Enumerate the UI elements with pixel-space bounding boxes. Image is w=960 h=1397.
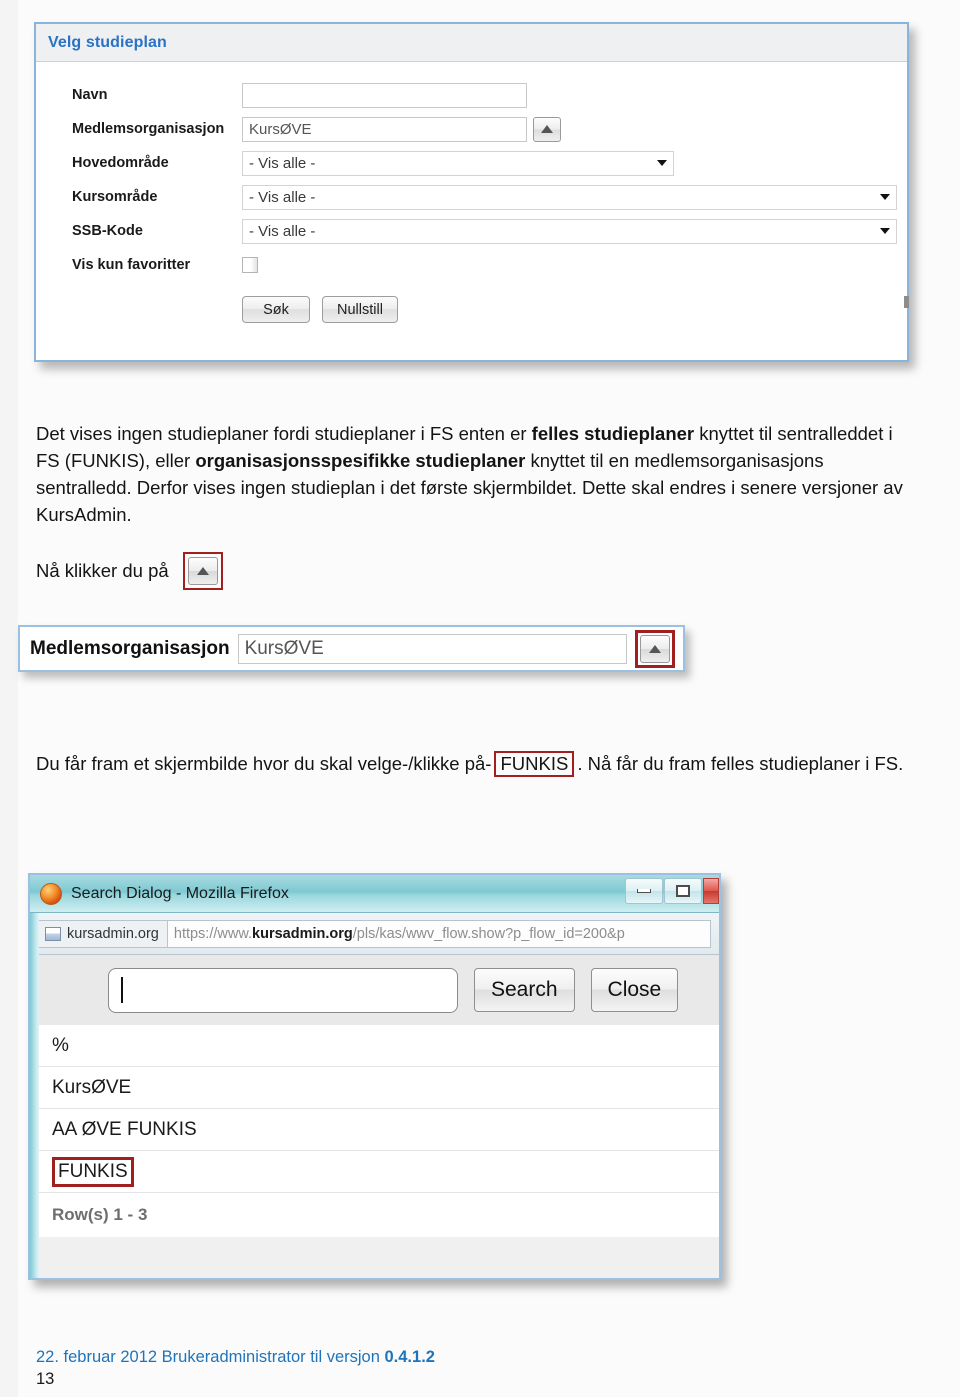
label-navn: Navn xyxy=(72,87,108,103)
list-item-value: % xyxy=(52,1034,69,1056)
strip-label: Medlemsorganisasjon xyxy=(30,637,230,659)
kursomrade-value: - Vis alle - xyxy=(249,188,316,206)
firefox-search-dialog: Search Dialog - Mozilla Firefox kursadmi… xyxy=(28,873,721,1280)
medlemsorganisasjon-picker-button[interactable] xyxy=(533,116,561,142)
up-arrow-icon xyxy=(649,644,661,653)
list-item-value: KursØVE xyxy=(52,1076,132,1098)
ssb-kode-select[interactable]: - Vis alle - xyxy=(242,218,897,244)
paragraph-explanation: Det vises ingen studieplaner fordi studi… xyxy=(36,420,916,528)
firefox-titlebar: Search Dialog - Mozilla Firefox xyxy=(30,875,719,913)
search-input[interactable] xyxy=(108,967,458,1013)
chevron-down-icon xyxy=(880,194,890,200)
ssb-kode-value: - Vis alle - xyxy=(249,222,316,240)
list-item-funkis[interactable]: FUNKIS xyxy=(30,1151,719,1193)
close-button[interactable] xyxy=(703,878,719,904)
minimize-icon xyxy=(637,889,651,893)
list-item[interactable]: KursØVE xyxy=(30,1067,719,1109)
hovedomrade-select[interactable]: - Vis alle - xyxy=(242,150,674,176)
strip-picker-button[interactable] xyxy=(640,634,670,663)
field-row-kursomrade: Kursområde - Vis alle - xyxy=(36,180,907,214)
url-domain: kursadmin.org xyxy=(252,925,353,942)
list-item-value: AA ØVE FUNKIS xyxy=(52,1118,197,1140)
up-arrow-icon xyxy=(541,125,553,133)
nullstill-button[interactable]: Nullstill xyxy=(322,296,398,323)
funkis-highlight: FUNKIS xyxy=(494,751,575,777)
footer-version: 0.4.1.2 xyxy=(384,1348,435,1366)
chevron-down-icon xyxy=(880,228,890,234)
up-arrow-icon xyxy=(196,567,209,575)
strip-input[interactable]: KursØVE xyxy=(237,633,627,664)
field-row-medlemsorganisasjon: Medlemsorganisasjon KursØVE xyxy=(36,112,907,146)
medlemsorganisasjon-input[interactable]: KursØVE xyxy=(242,116,527,142)
page-number: 13 xyxy=(36,1370,55,1388)
site-identity-box[interactable]: kursadmin.org xyxy=(38,919,167,948)
field-row-ssb-kode: SSB-Kode - Vis alle - xyxy=(36,214,907,248)
search-button[interactable]: Search xyxy=(474,968,575,1012)
url-prefix: https://www. xyxy=(173,925,253,942)
footer-date: 22. februar 2012 Brukeradministrator til… xyxy=(36,1348,385,1366)
label-vis-kun-favoritter: Vis kun favoritter xyxy=(72,257,191,273)
label-medlemsorganisasjon: Medlemsorganisasjon xyxy=(72,121,225,137)
minimize-button[interactable] xyxy=(625,878,663,904)
panel-header: Velg studieplan xyxy=(36,24,907,62)
maximize-icon xyxy=(676,885,690,897)
dialog-content: Search Close % KursØVE AA ØVE FUNKIS FUN… xyxy=(30,955,719,1237)
url-bar[interactable]: https://www. kursadmin.org/pls/kas/wwv_fl… xyxy=(166,919,711,948)
click-target-highlight xyxy=(182,552,223,590)
paragraph-funkis-instruction: Du får fram et skjermbilde hvor du skal … xyxy=(36,750,916,777)
field-row-hovedomrade: Hovedområde - Vis alle - xyxy=(36,146,907,180)
chevron-down-icon xyxy=(657,160,667,166)
text-caret xyxy=(121,977,123,1003)
field-row-vis-kun-favoritter: Vis kun favoritter xyxy=(36,248,907,282)
navn-input[interactable] xyxy=(242,82,527,108)
list-item[interactable]: AA ØVE FUNKIS xyxy=(30,1109,719,1151)
strip-button-highlight xyxy=(635,629,675,668)
para1-part1: Det vises ingen studieplaner fordi studi… xyxy=(36,423,532,444)
firefox-navigation-bar: kursadmin.org https://www. kursadmin.org /… xyxy=(30,913,719,955)
url-suffix: /pls/kas/wwv_flow.show?p_flow_id=200&p xyxy=(352,925,625,942)
para1-bold2: organisasjonsspesifikke studieplaner xyxy=(195,450,526,471)
list-item-value: FUNKIS xyxy=(52,1156,134,1187)
window-controls xyxy=(624,878,719,904)
panel-body: Navn Medlemsorganisasjon KursØVE Hovedom… xyxy=(36,62,907,323)
firefox-logo-icon xyxy=(40,882,62,905)
medlemsorganisasjon-strip: Medlemsorganisasjon KursØVE xyxy=(18,625,685,672)
para2-part1: Du får fram et skjermbilde hvor du skal … xyxy=(36,753,492,774)
sok-button[interactable]: Søk xyxy=(242,296,310,323)
label-kursomrade: Kursområde xyxy=(72,189,158,205)
label-hovedomrade: Hovedområde xyxy=(72,155,169,171)
document-footer: 22. februar 2012 Brukeradministrator til… xyxy=(36,1348,435,1367)
list-item[interactable]: % xyxy=(30,1025,719,1067)
firefox-window-title: Search Dialog - Mozilla Firefox xyxy=(71,884,289,902)
results-list: % KursØVE AA ØVE FUNKIS FUNKIS Row(s) 1 … xyxy=(30,1025,719,1237)
panel-button-row: Søk Nullstill xyxy=(36,296,907,323)
para2-part2: . Nå får du fram felles studieplaner i F… xyxy=(577,753,904,774)
rows-count-label: Row(s) 1 - 3 xyxy=(30,1193,719,1237)
velg-studieplan-panel: Velg studieplan Navn Medlemsorganisasjon… xyxy=(34,22,909,362)
dialog-left-edge xyxy=(30,913,39,1278)
para1-bold1: felles studieplaner xyxy=(531,423,695,444)
hovedomrade-value: - Vis alle - xyxy=(249,154,316,172)
panel-edge-artifact xyxy=(904,296,909,308)
site-favicon-icon xyxy=(45,926,61,941)
site-identity-label: kursadmin.org xyxy=(67,925,159,942)
picker-button-illustration[interactable] xyxy=(187,557,218,585)
kursomrade-select[interactable]: - Vis alle - xyxy=(242,184,897,210)
search-row: Search Close xyxy=(30,955,719,1025)
close-dialog-button[interactable]: Close xyxy=(590,968,679,1012)
label-ssb-kode: SSB-Kode xyxy=(72,223,143,239)
maximize-button[interactable] xyxy=(664,878,702,904)
field-row-navn: Navn xyxy=(36,78,907,112)
click-instruction-text: Nå klikker du på xyxy=(36,560,169,581)
vis-kun-favoritter-checkbox[interactable] xyxy=(242,257,258,273)
click-instruction-line: Nå klikker du på xyxy=(36,552,223,590)
panel-title: Velg studieplan xyxy=(48,33,167,51)
